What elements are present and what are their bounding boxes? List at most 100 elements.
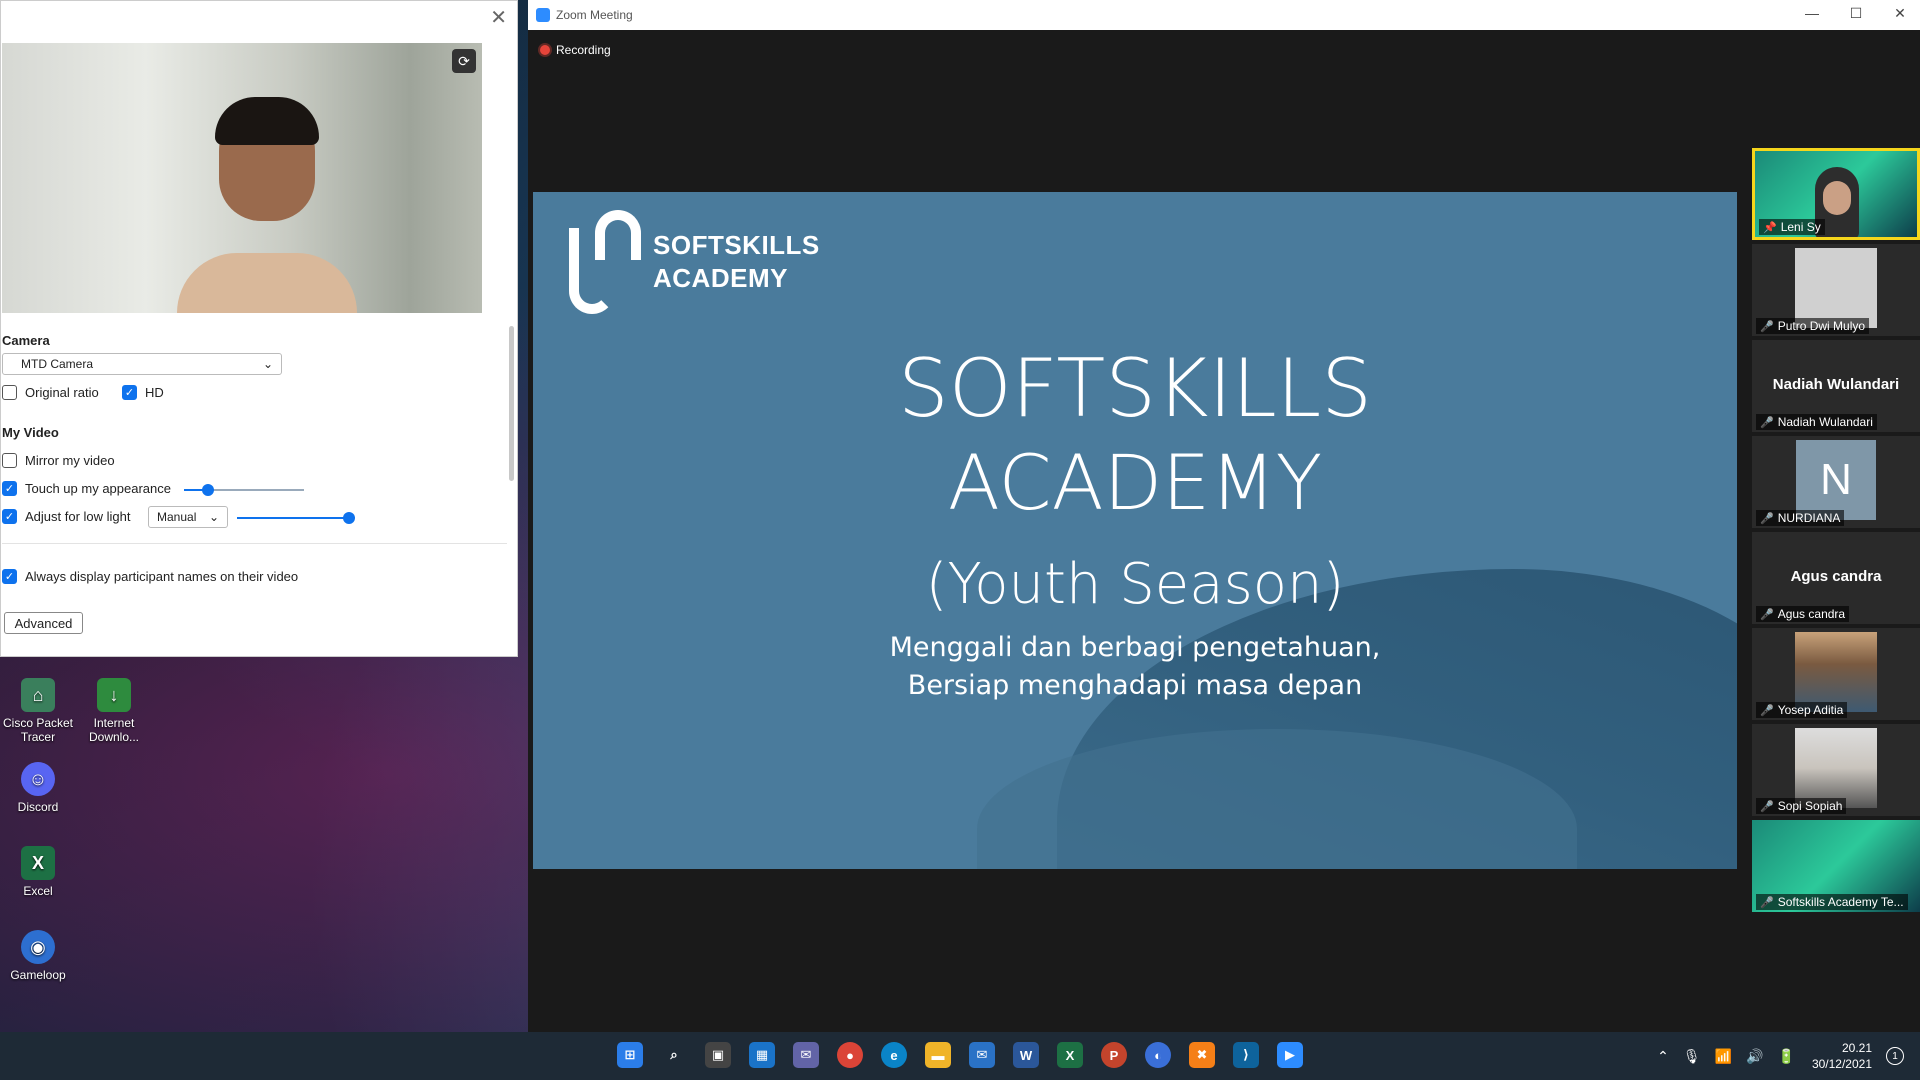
task-view-icon[interactable]: ▣	[705, 1042, 731, 1068]
recording-label: Recording	[556, 43, 611, 57]
hd-checkbox[interactable]: ✓	[122, 385, 137, 400]
desktop-icon-excel[interactable]: X Excel	[0, 846, 76, 898]
notification-badge[interactable]: 1	[1886, 1047, 1904, 1065]
participant-tile[interactable]: 🎤 Softskills Academy Te...	[1752, 820, 1920, 912]
mirror-checkbox[interactable]	[2, 453, 17, 468]
wifi-icon[interactable]: 📶	[1715, 1048, 1732, 1065]
xampp-icon[interactable]: ✖	[1189, 1042, 1215, 1068]
participant-tile[interactable]: 🎤 Yosep Aditia	[1752, 628, 1920, 720]
low-light-option[interactable]: ✓ Adjust for low light	[2, 509, 131, 524]
low-light-slider[interactable]	[237, 517, 349, 519]
desktop-icon-cisco[interactable]: ⌂ Cisco Packet Tracer	[0, 678, 76, 744]
word-icon[interactable]: W	[1013, 1042, 1039, 1068]
hd-option[interactable]: ✓ HD	[122, 385, 164, 400]
touch-up-checkbox[interactable]: ✓	[2, 481, 17, 496]
settings-scrollbar[interactable]	[509, 326, 514, 481]
zoom-logo-icon	[536, 8, 550, 22]
muted-mic-icon: 🎤	[1760, 896, 1774, 909]
teams-chat-icon[interactable]: ✉	[793, 1042, 819, 1068]
maximize-icon[interactable]: ☐	[1846, 5, 1866, 22]
desktop-icon-label: Excel	[23, 884, 53, 898]
muted-mic-icon: 🎤	[1760, 608, 1774, 621]
camera-section-label: Camera	[2, 333, 50, 348]
internet-download-manager-icon: ↓	[97, 678, 131, 712]
low-light-label: Adjust for low light	[25, 509, 131, 524]
close-icon[interactable]: ✕	[1890, 5, 1910, 22]
participant-tile[interactable]: Agus candra 🎤 Agus candra	[1752, 532, 1920, 624]
participant-name: Softskills Academy Te...	[1777, 895, 1904, 909]
original-ratio-option[interactable]: Original ratio	[2, 385, 99, 400]
my-video-section-label: My Video	[2, 425, 59, 440]
battery-icon[interactable]: 🔋	[1778, 1048, 1795, 1065]
participant-tile[interactable]: 🎤 Putro Dwi Mulyo	[1752, 244, 1920, 336]
camera-select-value: MTD Camera	[21, 357, 94, 371]
softskills-logo-icon	[559, 208, 647, 316]
always-display-names-label: Always display participant names on thei…	[25, 569, 299, 584]
rotate-camera-icon[interactable]: ⟳	[452, 49, 476, 73]
network-app-icon[interactable]: ◐	[1145, 1042, 1171, 1068]
participant-photo	[1795, 248, 1877, 328]
edge-icon[interactable]: e	[881, 1042, 907, 1068]
clock[interactable]: 20.21 30/12/2021	[1812, 1040, 1872, 1072]
desktop-icon-gameloop[interactable]: ◉ Gameloop	[0, 930, 76, 982]
participant-name: Leni Sy	[1780, 220, 1821, 234]
camera-select[interactable]: MTD Camera ⌄	[2, 353, 282, 375]
muted-mic-icon: 🎤	[1760, 416, 1774, 429]
recording-indicator[interactable]: Recording	[540, 43, 611, 57]
always-display-names-checkbox[interactable]: ✓	[2, 569, 17, 584]
mail-icon[interactable]: ✉	[969, 1042, 995, 1068]
pin-icon: 📌	[1763, 221, 1777, 234]
participant-name: NURDIANA	[1777, 511, 1841, 525]
file-explorer-icon[interactable]: ▬	[925, 1042, 951, 1068]
chevron-up-icon[interactable]: ⌃	[1657, 1048, 1669, 1065]
vscode-icon[interactable]: ⟩	[1233, 1042, 1259, 1068]
windows-start-icon[interactable]: ⊞	[617, 1042, 643, 1068]
muted-mic-icon: 🎤	[1760, 512, 1774, 525]
widgets-icon[interactable]: ▦	[749, 1042, 775, 1068]
always-display-names-option[interactable]: ✓ Always display participant names on th…	[2, 569, 298, 584]
participant-tile[interactable]: 🎤 Sopi Sopiah	[1752, 724, 1920, 816]
slide-brand-line2: ACADEMY	[653, 263, 788, 293]
advanced-button[interactable]: Advanced	[4, 612, 83, 634]
touch-up-option[interactable]: ✓ Touch up my appearance	[2, 481, 171, 496]
slide-brand: SOFTSKILLS ACADEMY	[653, 229, 820, 295]
participant-tile[interactable]: Nadiah Wulandari 🎤 Nadiah Wulandari	[1752, 340, 1920, 432]
desktop-icon-label: Cisco Packet Tracer	[2, 716, 74, 744]
original-ratio-checkbox[interactable]	[2, 385, 17, 400]
recording-dot-icon	[540, 45, 550, 55]
muted-mic-icon: 🎤	[1760, 800, 1774, 813]
participant-tile[interactable]: 📌 Leni Sy	[1752, 148, 1920, 240]
desktop-icon-idm[interactable]: ↓ Internet Downlo...	[76, 678, 152, 744]
slide-brand-line1: SOFTSKILLS	[653, 230, 820, 260]
video-settings-panel: ✕ ⟳ Camera MTD Camera ⌄ Original ratio ✓…	[0, 0, 518, 657]
clock-time: 20.21	[1841, 1041, 1872, 1055]
participant-name: Sopi Sopiah	[1777, 799, 1843, 813]
volume-icon[interactable]: 🔊	[1746, 1048, 1763, 1065]
excel-icon[interactable]: X	[1057, 1042, 1083, 1068]
low-light-checkbox[interactable]: ✓	[2, 509, 17, 524]
mirror-option[interactable]: Mirror my video	[2, 453, 115, 468]
shared-screen-slide: SOFTSKILLS ACADEMY SOFTSKILLS ACADEMY (Y…	[533, 192, 1737, 869]
muted-mic-icon: 🎤	[1760, 704, 1774, 717]
participant-name-tag: 🎤 NURDIANA	[1756, 510, 1845, 526]
microphone-icon[interactable]: 🎙	[1683, 1048, 1701, 1065]
participant-name-tag: 🎤 Putro Dwi Mulyo	[1756, 318, 1870, 334]
minimize-icon[interactable]: —	[1802, 5, 1822, 21]
participant-name-tag: 🎤 Nadiah Wulandari	[1756, 414, 1877, 430]
low-light-mode-select[interactable]: Manual ⌄	[148, 506, 228, 528]
participant-avatar-letter: N	[1796, 440, 1876, 520]
window-title: Zoom Meeting	[556, 8, 633, 22]
zoom-icon[interactable]: ▶	[1277, 1042, 1303, 1068]
gameloop-icon: ◉	[21, 930, 55, 964]
participant-tile[interactable]: N 🎤 NURDIANA	[1752, 436, 1920, 528]
participant-name-tag: 🎤 Agus candra	[1756, 606, 1850, 622]
powerpoint-icon[interactable]: P	[1101, 1042, 1127, 1068]
close-icon[interactable]: ✕	[490, 5, 507, 30]
chrome-icon[interactable]: ●	[837, 1042, 863, 1068]
low-light-slider-knob[interactable]	[343, 512, 355, 524]
desktop-icon-discord[interactable]: ☺ Discord	[0, 762, 76, 814]
search-icon[interactable]: ⌕	[661, 1042, 687, 1068]
touch-up-label: Touch up my appearance	[25, 481, 171, 496]
original-ratio-label: Original ratio	[25, 385, 99, 400]
touch-up-slider-knob[interactable]	[202, 484, 214, 496]
